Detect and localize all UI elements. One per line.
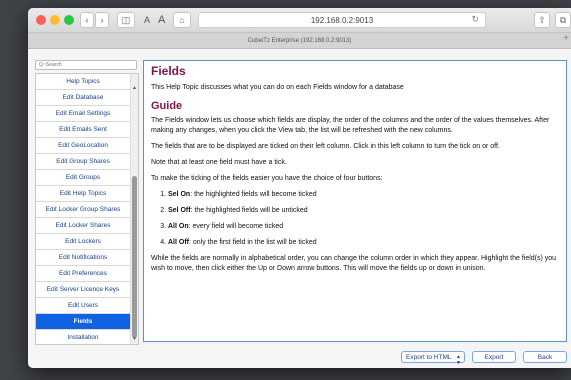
back-nav-button[interactable]: ‹ xyxy=(80,12,94,28)
scroll-thumb[interactable] xyxy=(132,176,137,338)
address-bar[interactable]: 192.168.0.2:9013 ↻ xyxy=(198,12,486,28)
sidebar-item[interactable]: Help Topics xyxy=(36,74,130,90)
share-icon[interactable]: ⇧ xyxy=(534,12,550,28)
button-description: : only the first field in the list will … xyxy=(189,239,317,246)
fields-window-description: The Fields window lets us choose which f… xyxy=(151,117,550,134)
browser-window: ‹ › ◫ A A ⌂ 192.168.0.2:9013 ↻ ⇧ ⧉ Cubei… xyxy=(28,8,571,368)
page-title: Fields xyxy=(151,64,186,78)
sidebar-item[interactable]: Edit Lockers xyxy=(36,234,130,250)
page-content: Help TopicsEdit DatabaseEdit Email Setti… xyxy=(28,49,571,368)
button-description: : the highlighted fields will become tic… xyxy=(190,191,317,198)
sidebar-item[interactable]: Edit Notifications xyxy=(36,250,130,266)
list-item: All On: every field will become ticked xyxy=(168,222,559,232)
button-description: : the highlighted fields will be unticke… xyxy=(190,207,308,214)
tabs-overview-icon[interactable]: ⧉ xyxy=(555,12,571,28)
sidebar-toggle-icon[interactable]: ◫ xyxy=(117,12,135,28)
sidebar-item[interactable]: Edit Preferences xyxy=(36,266,130,282)
sidebar-item[interactable]: Edit Groups xyxy=(36,170,130,186)
button-description: : every field will become ticked xyxy=(188,223,284,230)
minimize-window-button[interactable] xyxy=(50,15,60,25)
help-topic-items: Help Topics Edit Database Edit Email Setti… xyxy=(36,74,138,344)
export-button[interactable]: Export xyxy=(472,351,516,363)
tick-description: The fields that are to be displayed are … xyxy=(151,143,500,150)
forward-nav-button[interactable]: › xyxy=(95,12,109,28)
button-name: Sel Off xyxy=(168,207,191,214)
guide-heading: Guide xyxy=(151,100,183,112)
sidebar-item[interactable]: Edit Emails Sent xyxy=(36,122,130,138)
tick-note: Note that at least one field must have a… xyxy=(151,159,287,166)
export-format-value: Export to HTML xyxy=(406,353,452,361)
sidebar-item[interactable]: Edit Users xyxy=(36,298,130,314)
home-icon[interactable]: ⌂ xyxy=(173,12,191,28)
sidebar-item[interactable]: Edit Help Topics xyxy=(36,186,130,202)
intro-text: This Help Topic discusses what you can d… xyxy=(151,84,404,91)
sidebar-item[interactable]: Edit Locker Shares xyxy=(36,218,130,234)
browser-toolbar: ‹ › ◫ A A ⌂ 192.168.0.2:9013 ↻ ⇧ ⧉ xyxy=(28,8,571,33)
sidebar-item[interactable]: Edit Group Shares xyxy=(36,154,130,170)
tab-bar: CubeiTz Enterprise (192.168.0.2:9013) + xyxy=(28,33,571,49)
help-topic-list: Help Topics Edit Database Edit Email Setti… xyxy=(35,73,139,345)
text-size-small-button[interactable]: A xyxy=(144,12,150,28)
close-window-button[interactable] xyxy=(36,15,46,25)
list-scrollbar[interactable]: ▲ ▼ xyxy=(130,74,138,344)
export-format-select[interactable]: Export to HTML ▲ ▼ xyxy=(401,351,465,366)
button-list: Sel On: the highlighted fields will beco… xyxy=(151,190,559,248)
url-text: 192.168.0.2:9013 xyxy=(310,15,374,25)
list-item: Sel On: the highlighted fields will beco… xyxy=(168,190,559,200)
action-bar: Export to HTML ▲ ▼ Export Back xyxy=(28,351,571,366)
column-order-description: While the fields are normally in alphabe… xyxy=(151,255,557,272)
search-input[interactable] xyxy=(35,60,137,70)
reload-icon[interactable]: ↻ xyxy=(471,14,479,25)
list-item: Sel Off: the highlighted fields will be … xyxy=(168,206,559,216)
sidebar-item[interactable]: Edit Email Settings xyxy=(36,106,130,122)
sidebar-item[interactable]: Edit GeoLocation xyxy=(36,138,130,154)
buttons-intro: To make the ticking of the fields easier… xyxy=(151,175,383,182)
text-size-large-button[interactable]: A xyxy=(158,12,165,28)
sidebar-item[interactable]: Installation xyxy=(36,330,130,344)
sidebar-item[interactable]: Edit Database xyxy=(36,90,130,106)
chevron-updown-icon: ▲ ▼ xyxy=(456,354,461,366)
sidebar-item[interactable]: Fields xyxy=(36,314,130,330)
tab-title[interactable]: CubeiTz Enterprise (192.168.0.2:9013) xyxy=(248,38,352,44)
zoom-window-button[interactable] xyxy=(64,15,74,25)
back-button[interactable]: Back xyxy=(523,351,567,363)
list-item: All Off: only the first field in the lis… xyxy=(168,238,559,248)
help-content-panel: Fields This Help Topic discusses what yo… xyxy=(143,60,567,342)
sidebar-item[interactable]: Edit Locker Group Shares xyxy=(36,202,130,218)
button-name: Sel On xyxy=(168,191,191,198)
new-tab-icon[interactable]: + xyxy=(563,33,569,44)
button-name: All On xyxy=(168,223,189,230)
scroll-down-icon[interactable]: ▼ xyxy=(131,336,138,342)
sidebar-item[interactable]: Edit Server Licence Keys xyxy=(36,282,130,298)
button-name: All Off xyxy=(168,239,189,246)
scroll-up-icon[interactable]: ▲ xyxy=(131,85,138,91)
